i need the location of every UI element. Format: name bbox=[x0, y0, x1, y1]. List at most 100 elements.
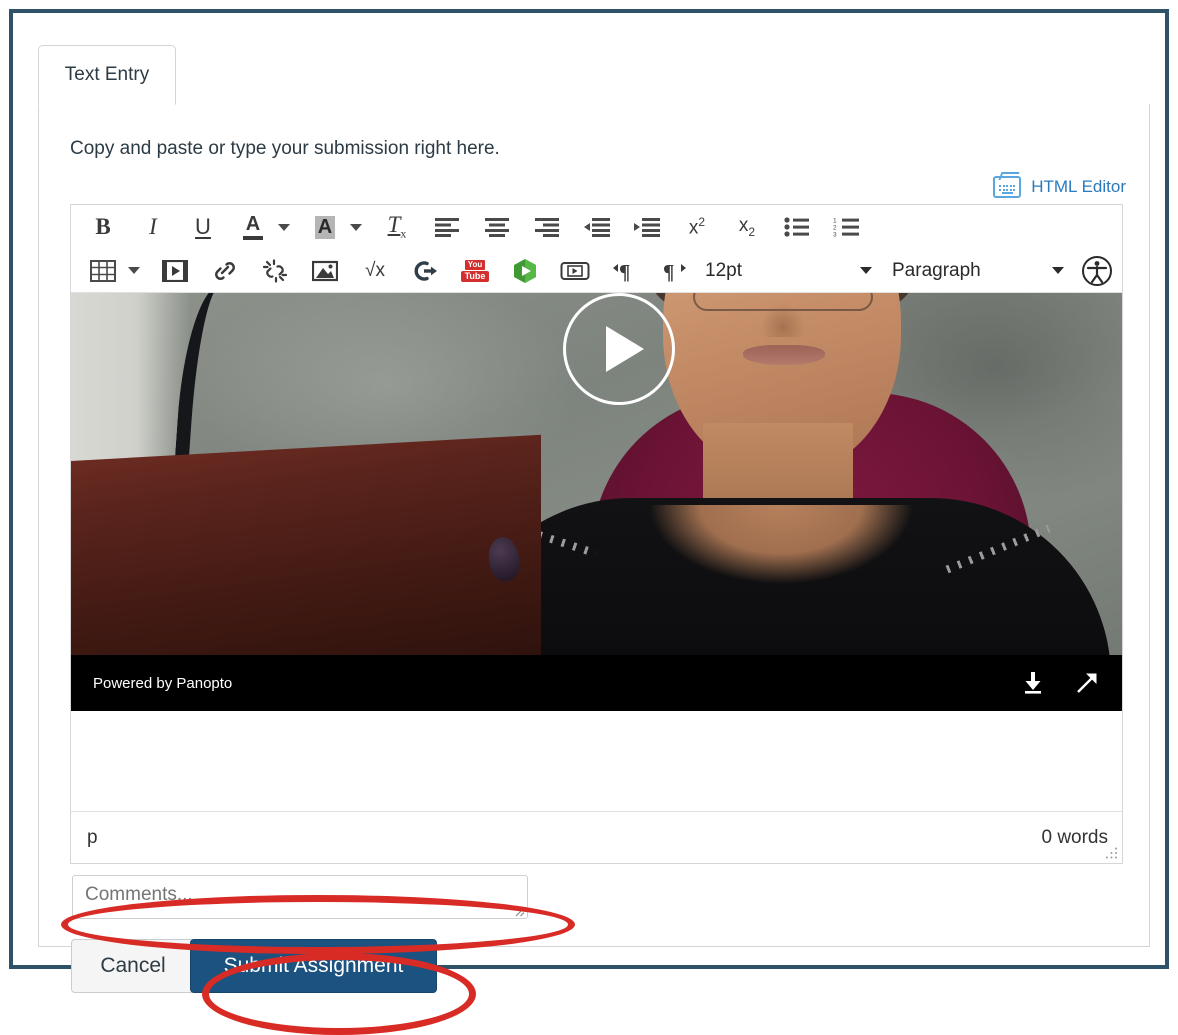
subscript-button[interactable]: x2 bbox=[727, 209, 767, 245]
video-person-mouth bbox=[743, 345, 825, 365]
text-color-label: A bbox=[245, 213, 261, 235]
background-color-dropdown-caret[interactable] bbox=[345, 209, 367, 245]
bullet-list-button[interactable] bbox=[777, 209, 817, 245]
font-size-value: 12pt bbox=[705, 259, 742, 281]
text-color-button[interactable]: A bbox=[233, 209, 273, 245]
indent-button[interactable] bbox=[627, 209, 667, 245]
video-embed-button[interactable] bbox=[555, 253, 595, 289]
align-right-button[interactable] bbox=[527, 209, 567, 245]
svg-text:¶: ¶ bbox=[619, 260, 630, 282]
assignment-submission-window: Text Entry Copy and paste or type your s… bbox=[9, 9, 1169, 1035]
numbered-list-icon: 1 2 3 bbox=[833, 218, 859, 238]
subscript-icon: x2 bbox=[738, 215, 756, 239]
image-icon bbox=[312, 260, 338, 281]
background-color-icon: A bbox=[314, 215, 336, 239]
paragraph-format-value: Paragraph bbox=[892, 259, 981, 281]
video-person-collar bbox=[631, 505, 931, 595]
element-path-label[interactable]: p bbox=[87, 827, 98, 849]
align-center-icon bbox=[485, 218, 509, 237]
office-mix-button[interactable] bbox=[505, 253, 545, 289]
image-button[interactable] bbox=[305, 253, 345, 289]
outdent-icon bbox=[584, 218, 610, 237]
tab-text-entry-label: Text Entry bbox=[64, 64, 150, 85]
video-play-box-icon bbox=[560, 261, 590, 280]
underline-label: U bbox=[195, 214, 211, 239]
editor-toolbar-row-1: B I U A A Tx x2 x2 1 2 3 bbox=[71, 205, 1122, 249]
numbered-list-button[interactable]: 1 2 3 bbox=[827, 209, 867, 245]
rich-content-editor: B I U A A Tx x2 x2 1 2 3 √x You Tube ¶ ¶… bbox=[70, 204, 1123, 864]
play-triangle-icon bbox=[606, 326, 644, 372]
align-center-button[interactable] bbox=[477, 209, 517, 245]
superscript-button[interactable]: x2 bbox=[677, 209, 717, 245]
youtube-button[interactable]: You Tube bbox=[455, 253, 495, 289]
embedded-video-player[interactable]: Powered by Panopto bbox=[71, 293, 1122, 711]
editor-toolbar-row-2: √x You Tube ¶ ¶ 12pt Paragraph bbox=[71, 249, 1122, 293]
svg-text:3: 3 bbox=[833, 232, 837, 238]
bullet-list-icon bbox=[784, 217, 809, 237]
indent-icon bbox=[634, 218, 660, 237]
superscript-icon: x2 bbox=[688, 214, 706, 239]
clear-formatting-icon: Tx bbox=[387, 212, 407, 241]
embed-button[interactable] bbox=[405, 253, 445, 289]
keyboard-icon bbox=[993, 176, 1022, 198]
background-color-button[interactable]: A bbox=[305, 209, 345, 245]
submit-button[interactable]: Submit Assignment bbox=[190, 939, 437, 993]
bold-label: B bbox=[95, 214, 111, 239]
unlink-icon bbox=[262, 258, 288, 283]
text-color-swatch bbox=[243, 236, 263, 240]
paragraph-rtl-icon: ¶ bbox=[663, 260, 686, 282]
media-button[interactable] bbox=[155, 253, 195, 289]
paragraph-ltr-icon: ¶ bbox=[613, 260, 630, 282]
text-entry-panel: Copy and paste or type your submission r… bbox=[38, 104, 1150, 1035]
tab-text-entry[interactable]: Text Entry bbox=[38, 45, 176, 105]
text-color-dropdown-caret[interactable] bbox=[273, 209, 295, 245]
video-play-button[interactable] bbox=[563, 293, 675, 405]
accessibility-checker-button[interactable] bbox=[1078, 252, 1116, 290]
video-control-bar: Powered by Panopto bbox=[71, 655, 1122, 711]
math-icon: √x bbox=[365, 259, 385, 281]
editor-status-bar: p 0 words bbox=[71, 811, 1122, 863]
video-action-group bbox=[1020, 670, 1100, 696]
youtube-icon-top: You bbox=[464, 259, 486, 270]
link-icon bbox=[215, 261, 235, 280]
outdent-button[interactable] bbox=[577, 209, 617, 245]
html-editor-toggle[interactable]: HTML Editor bbox=[993, 176, 1126, 198]
link-button[interactable] bbox=[205, 253, 245, 289]
office-mix-hexagon-icon bbox=[514, 258, 536, 283]
ltr-button[interactable]: ¶ bbox=[605, 253, 645, 289]
open-external-icon[interactable] bbox=[1074, 670, 1100, 696]
submission-instructions: Copy and paste or type your submission r… bbox=[70, 138, 500, 159]
video-provider-label: Powered by Panopto bbox=[93, 674, 233, 692]
table-icon bbox=[90, 259, 116, 282]
submission-type-tabs: Text Entry bbox=[38, 45, 1150, 107]
clear-formatting-button[interactable]: Tx bbox=[377, 209, 417, 245]
cancel-button[interactable]: Cancel bbox=[71, 939, 195, 993]
math-button[interactable]: √x bbox=[355, 253, 395, 289]
table-dropdown-caret[interactable] bbox=[123, 253, 145, 289]
align-left-button[interactable] bbox=[427, 209, 467, 245]
youtube-icon-bottom: Tube bbox=[460, 270, 490, 282]
italic-button[interactable]: I bbox=[133, 209, 173, 245]
table-button[interactable] bbox=[83, 253, 123, 289]
youtube-icon: You Tube bbox=[460, 259, 490, 282]
editor-resize-grip[interactable] bbox=[1104, 846, 1118, 860]
svg-text:2: 2 bbox=[833, 225, 837, 232]
download-icon[interactable] bbox=[1020, 670, 1046, 696]
html-editor-link[interactable]: HTML Editor bbox=[1031, 177, 1126, 197]
rtl-button[interactable]: ¶ bbox=[655, 253, 695, 289]
unlink-button[interactable] bbox=[255, 253, 295, 289]
align-right-icon bbox=[535, 218, 559, 237]
bold-button[interactable]: B bbox=[83, 209, 123, 245]
svg-text:1: 1 bbox=[833, 218, 837, 225]
accessibility-icon bbox=[1082, 255, 1112, 286]
film-icon bbox=[162, 259, 188, 282]
align-left-icon bbox=[435, 218, 459, 237]
underline-button[interactable]: U bbox=[183, 209, 223, 245]
italic-label: I bbox=[149, 214, 157, 239]
svg-text:¶: ¶ bbox=[663, 260, 674, 282]
font-size-select[interactable]: 12pt bbox=[701, 254, 876, 288]
video-person-nose bbox=[761, 303, 805, 337]
paragraph-format-select[interactable]: Paragraph bbox=[888, 254, 1068, 288]
word-count-label: 0 words bbox=[1041, 826, 1108, 848]
comments-input[interactable] bbox=[72, 875, 528, 919]
